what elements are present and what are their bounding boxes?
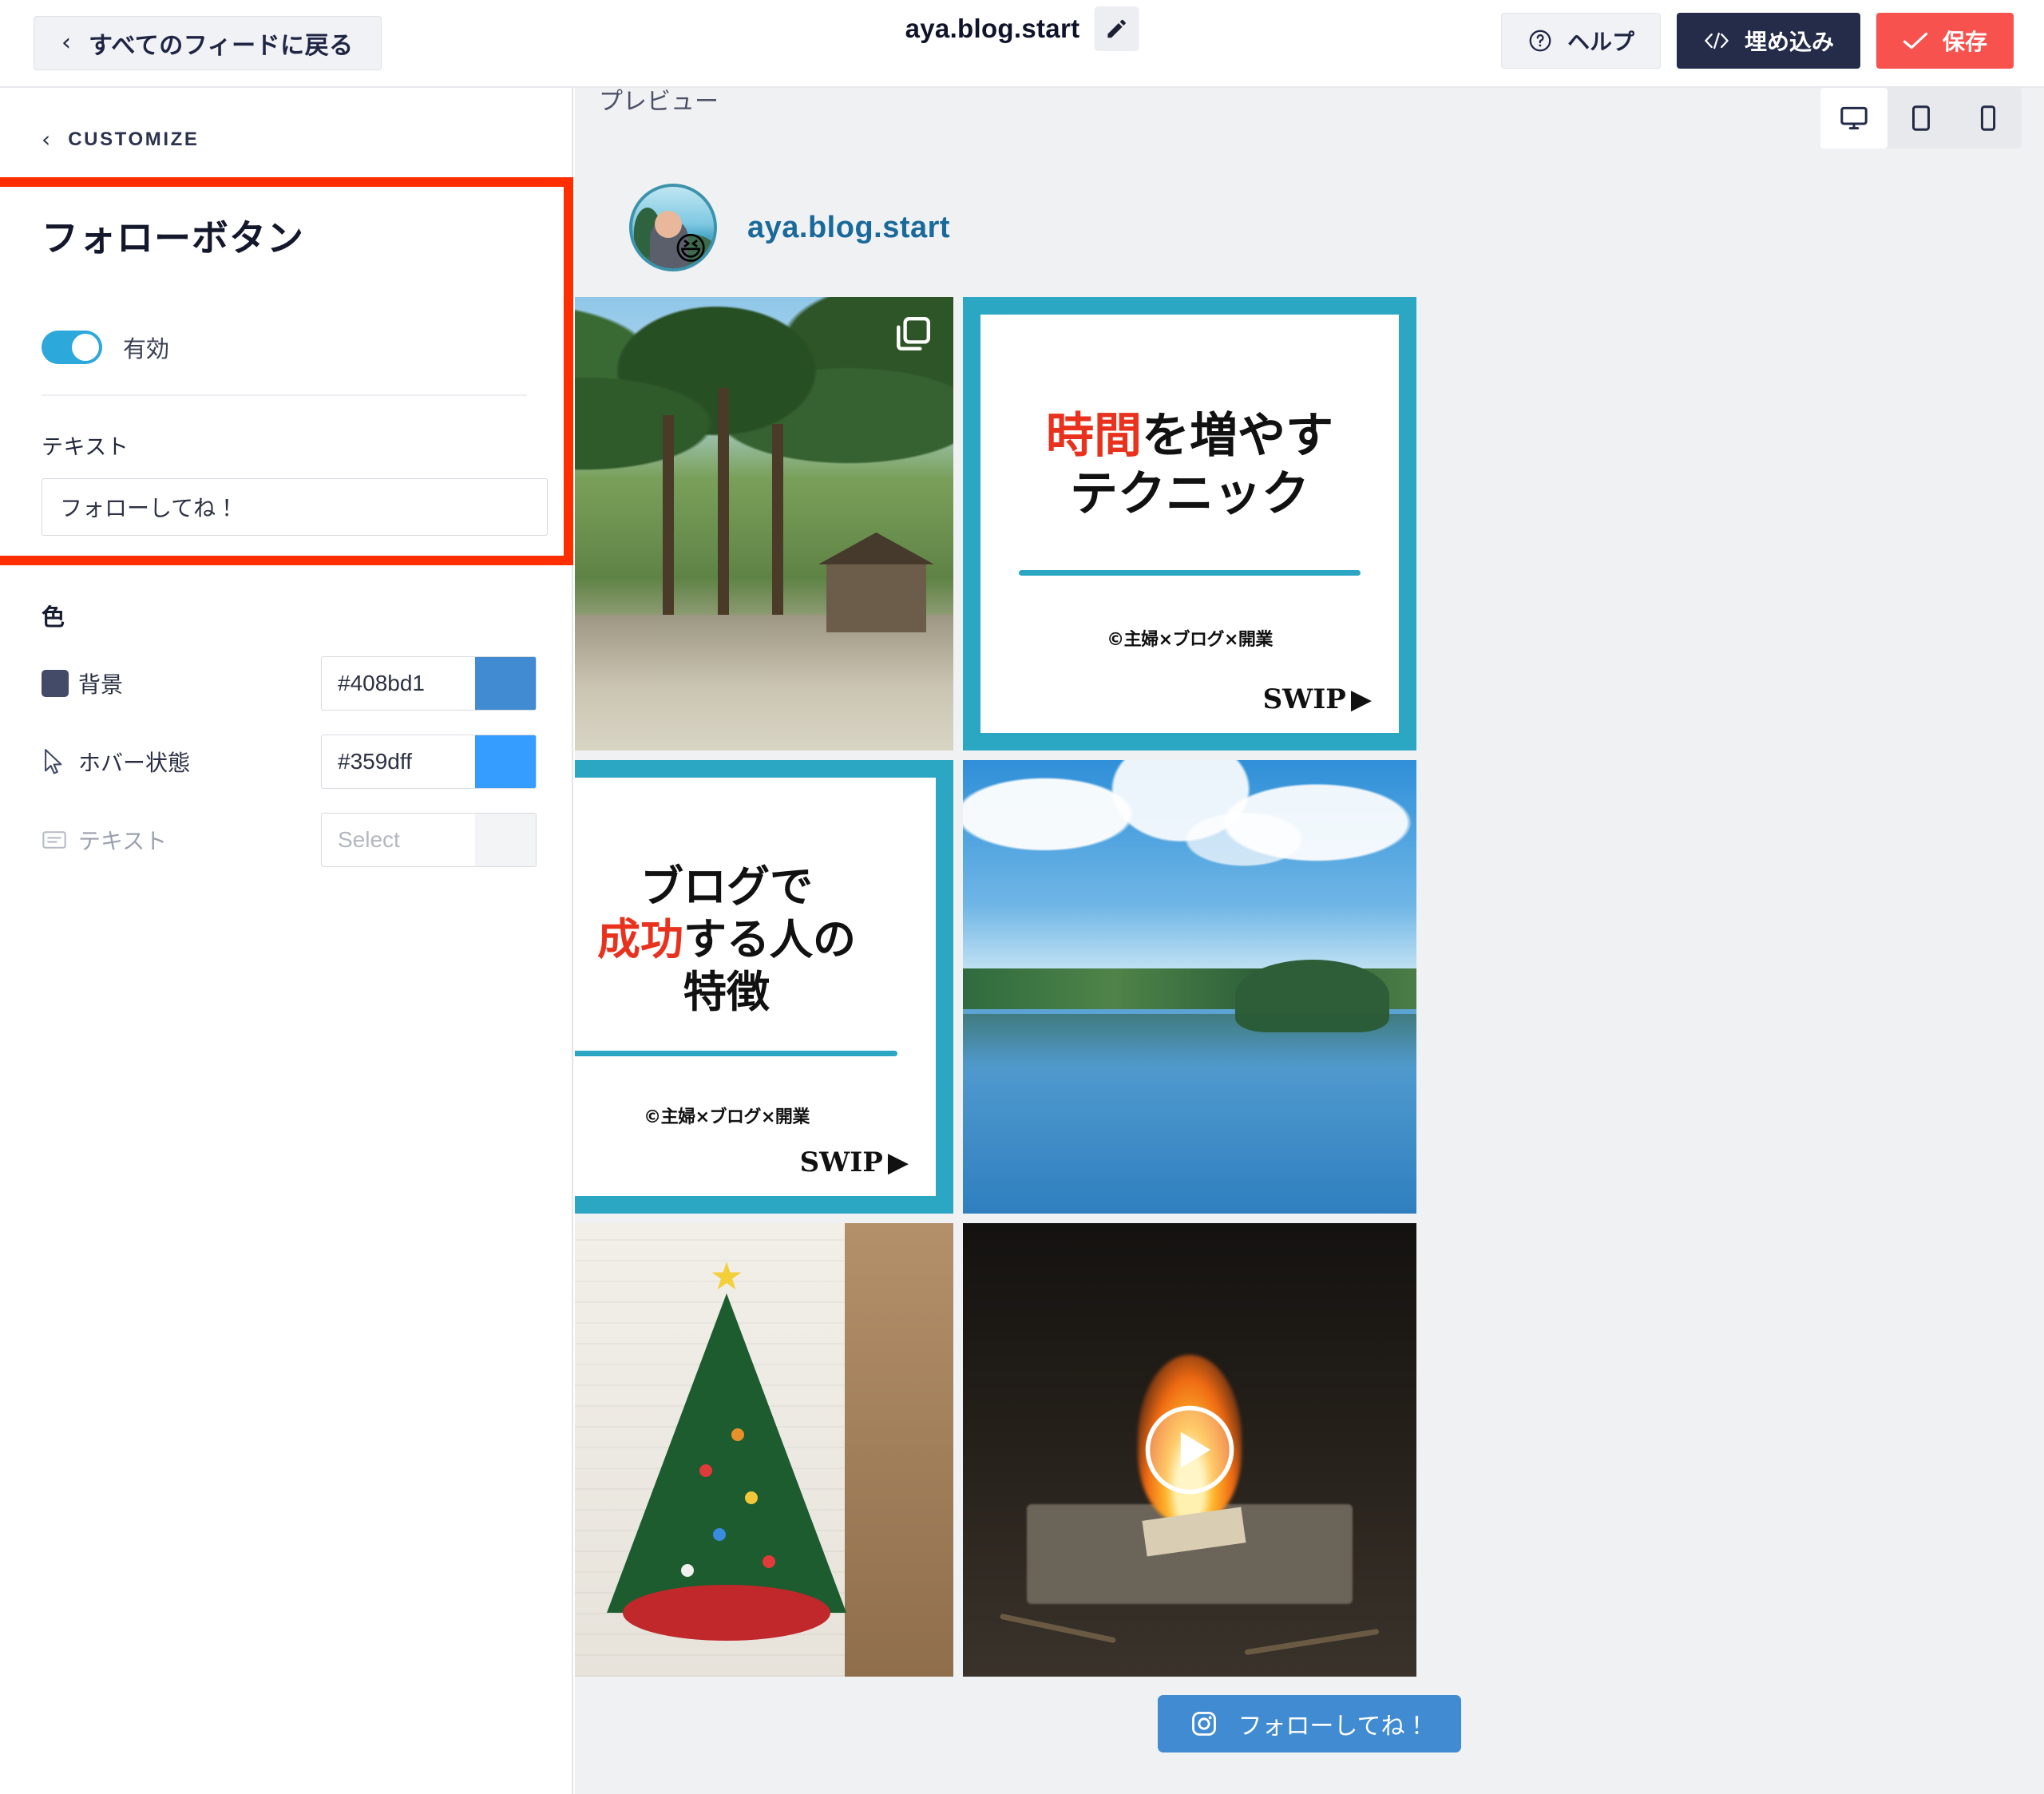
carousel-icon	[897, 780, 930, 814]
back-to-all-feeds-button[interactable]: ‹ すべてのフィードに戻る	[34, 16, 382, 70]
hover-color-swatch[interactable]	[475, 735, 536, 788]
post-grid: もし朝おきて スグに1万円が 手に入ったら？ ©主婦×ブログ×開業 SWIP▶	[575, 297, 1416, 1677]
post-line-suffix: を増やす	[1142, 408, 1333, 464]
play-triangle-icon: ▶	[1350, 683, 1372, 715]
customize-sidebar: ‹ CUSTOMIZE フォローボタン 有効 テキスト フォローしてね！ 色 背…	[0, 88, 573, 1794]
background-color-value: #408bd1	[338, 671, 426, 695]
post-swipe-label: SWIP	[1262, 683, 1346, 715]
post-credit: ©主婦×ブログ×開業	[1107, 630, 1273, 651]
play-icon[interactable]	[1142, 1402, 1238, 1498]
check-icon	[1903, 32, 1928, 50]
mobile-icon	[1980, 105, 1996, 131]
desktop-icon	[1840, 106, 1868, 130]
color-row-background: 背景 #408bd1	[42, 656, 537, 711]
device-tablet-button[interactable]	[1888, 88, 1955, 149]
feed-title-group: aya.blog.start	[905, 6, 1139, 51]
follow-button[interactable]: フォローしてね！	[1158, 1695, 1461, 1752]
enable-toggle[interactable]	[42, 331, 102, 364]
customize-breadcrumb[interactable]: ‹ CUSTOMIZE	[0, 88, 572, 152]
preview-label: プレビュー	[599, 89, 719, 115]
edit-title-button[interactable]	[1094, 6, 1139, 51]
cursor-arrow-icon	[42, 748, 78, 775]
colors-section: 色 背景 #408bd1 ホバー状態 #359dff テキスト Select	[0, 599, 573, 867]
feed-account-name: aya.blog.start	[747, 210, 951, 244]
text-color-placeholder: Select	[338, 827, 400, 852]
help-button-label: ヘルプ	[1567, 30, 1634, 54]
post-line: 成功	[597, 913, 683, 964]
carousel-icon	[897, 317, 930, 350]
color-row-background-label: 背景	[78, 672, 124, 697]
top-bar: ‹ すべてのフィードに戻る aya.blog.start ヘルプ 埋め込み 保存	[0, 0, 2044, 88]
enable-toggle-row: 有効	[42, 331, 527, 396]
follow-button-settings-highlight: フォローボタン 有効 テキスト フォローしてね！	[0, 177, 573, 565]
background-color-swatch[interactable]	[475, 657, 536, 710]
question-circle-icon	[1529, 30, 1551, 52]
hover-color-field[interactable]: #359dff	[321, 735, 537, 789]
color-row-text-label: テキスト	[78, 829, 168, 853]
tablet-icon	[1911, 105, 1931, 131]
post-item[interactable]: ★	[575, 1223, 953, 1677]
post-line-suffix: する人の	[683, 913, 856, 964]
post-swipe-label: SWIP	[799, 1146, 883, 1178]
back-button-label: すべてのフィードに戻る	[89, 33, 354, 59]
follow-text-input[interactable]: フォローしてね！	[42, 478, 548, 536]
device-mobile-button[interactable]	[1955, 88, 2022, 149]
background-color-field[interactable]: #408bd1	[321, 656, 537, 711]
post-credit: ©主婦×ブログ×開業	[644, 1107, 810, 1127]
text-field-label: テキスト	[42, 435, 129, 459]
post-item[interactable]: 時間を増やす テクニック ©主婦×ブログ×開業 SWIP ▶	[963, 297, 1416, 750]
toggle-knob	[72, 334, 99, 361]
color-row-hover-label: ホバー状態	[78, 750, 191, 775]
text-lines-icon	[42, 830, 78, 850]
device-desktop-button[interactable]	[1820, 88, 1888, 149]
instagram-icon	[1192, 1712, 1217, 1736]
colors-section-title: 色	[42, 605, 65, 631]
top-actions: ヘルプ 埋め込み 保存	[1500, 13, 2014, 69]
post-line: 特徴	[683, 966, 770, 1017]
post-item[interactable]	[575, 297, 953, 750]
post-item[interactable]	[963, 760, 1416, 1214]
preview-pane: プレビュー 😆 aya.blog.start 時間を増やす テクニック ©主婦×…	[575, 88, 2044, 1794]
panel-title: フォローボタン	[42, 217, 304, 259]
star-icon: ★	[709, 1256, 744, 1299]
page-title: aya.blog.start	[905, 14, 1080, 43]
carousel-icon	[1360, 317, 1393, 350]
post-line: ブログで	[640, 861, 813, 912]
text-color-swatch[interactable]	[475, 814, 536, 866]
chevron-left-icon: ‹	[42, 126, 51, 152]
color-row-text: テキスト Select	[42, 813, 537, 867]
follow-text-input-value: フォローしてね！	[60, 496, 239, 521]
pencil-icon	[1107, 19, 1126, 38]
text-color-field[interactable]: Select	[321, 813, 537, 867]
follow-button-label: フォローしてね！	[1238, 1713, 1429, 1740]
avatar: 😆	[629, 184, 717, 271]
square-fill-icon	[42, 670, 78, 697]
save-button[interactable]: 保存	[1876, 13, 2014, 69]
post-item[interactable]: ブログで 成功する人の 特徴 ©主婦×ブログ×開業 SWIP ▶	[575, 760, 953, 1214]
embed-button[interactable]: 埋め込み	[1676, 13, 1860, 69]
hover-color-value: #359dff	[338, 749, 412, 774]
feed-account-header: 😆 aya.blog.start	[629, 184, 950, 271]
post-line: テクニック	[1070, 466, 1309, 523]
enable-toggle-label: 有効	[123, 337, 170, 362]
follow-button-bar: フォローしてね！	[575, 1695, 2044, 1752]
laughing-emoji-icon: 😆	[674, 232, 707, 267]
post-item[interactable]	[963, 1223, 1416, 1677]
customize-label: CUSTOMIZE	[68, 128, 200, 150]
help-button[interactable]: ヘルプ	[1500, 13, 1661, 69]
color-row-hover: ホバー状態 #359dff	[42, 735, 537, 789]
embed-button-label: 埋め込み	[1744, 30, 1834, 54]
post-line: 時間	[1046, 408, 1142, 464]
code-brackets-icon	[1705, 32, 1729, 50]
device-switcher	[1820, 88, 2022, 149]
chevron-left-icon: ‹	[61, 29, 71, 57]
play-triangle-icon: ▶	[887, 1146, 909, 1178]
save-button-label: 保存	[1942, 30, 1987, 54]
